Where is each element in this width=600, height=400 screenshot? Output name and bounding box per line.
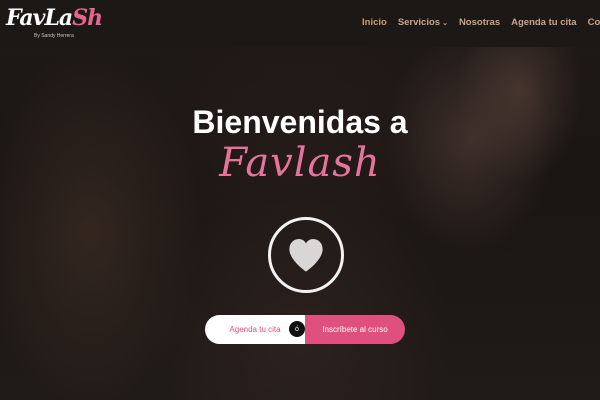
nav-item-contacto[interactable]: Contac: [588, 17, 600, 28]
hero-title: Bienvenidas a: [192, 104, 408, 140]
cta-group: Agenda tu cita Inscríbete al curso: [205, 315, 405, 344]
logo-wordmark: FavLaSh: [6, 5, 103, 31]
nav-item-agenda[interactable]: Agenda tu cita: [511, 17, 576, 28]
main-menu: Inicio Servicios ⌄ Nosotras Agenda tu ci…: [362, 17, 600, 28]
nav-item-nosotras[interactable]: Nosotras: [459, 17, 500, 28]
nav-item-inicio[interactable]: Inicio: [362, 17, 387, 28]
logo[interactable]: FavLaSh By Sandy Herrera: [6, 5, 103, 43]
nav-item-label: Contac: [587, 17, 600, 28]
logo-tagline: By Sandy Herrera: [34, 33, 74, 39]
top-navigation-bar: FavLaSh By Sandy Herrera Inicio Servicio…: [0, 0, 600, 47]
hero-brand-script: Favlash: [219, 140, 381, 186]
nav-item-label: Nosotras: [458, 17, 501, 28]
chevron-down-icon: ⌄: [442, 19, 448, 27]
nav-item-servicios[interactable]: Servicios ⌄: [398, 17, 448, 28]
cta-or-divider: ó: [289, 321, 305, 337]
nav-item-label: Servicios: [397, 17, 441, 28]
logo-word-main: FavLa: [6, 5, 73, 31]
nav-item-label: Agenda tu cita: [511, 17, 577, 28]
heart-icon: [289, 238, 323, 272]
inscribete-curso-button[interactable]: Inscríbete al curso: [305, 315, 405, 344]
nav-item-label: Inicio: [362, 17, 387, 28]
heart-badge: [268, 217, 344, 293]
logo-word-accent: Sh: [72, 5, 103, 31]
